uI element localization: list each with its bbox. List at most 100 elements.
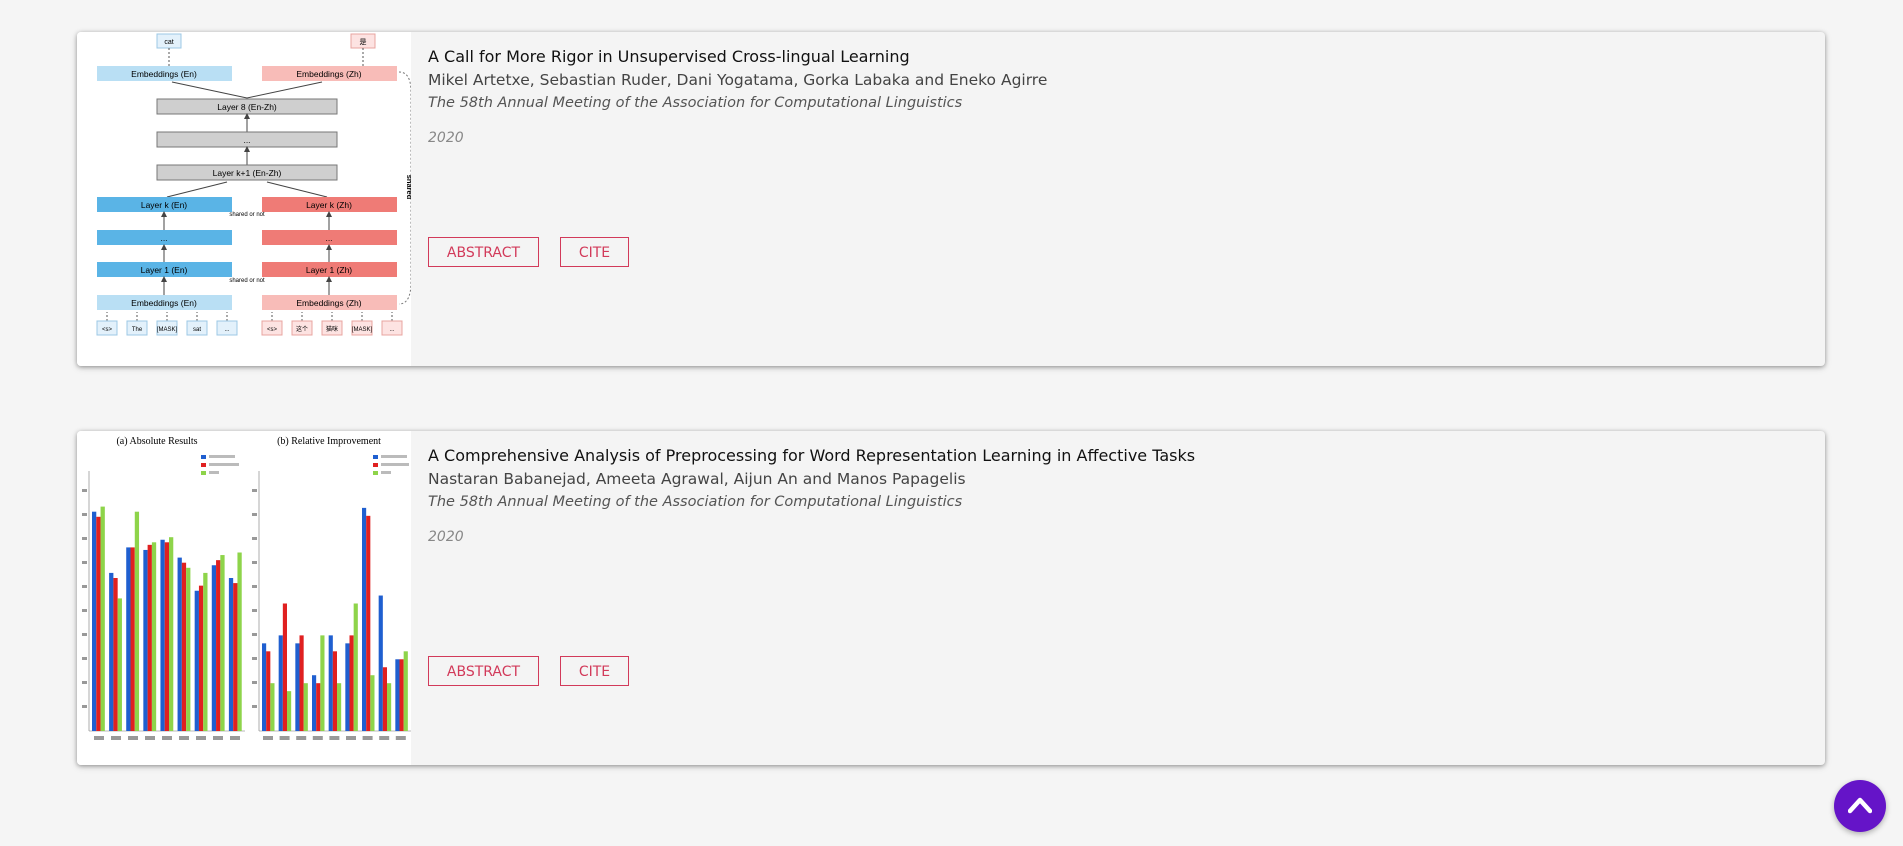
panel-a-bar [164,542,169,731]
axis-tick [82,537,87,540]
axis-tick [362,736,373,740]
panel-b-bar [366,515,371,731]
publication-info: A Call for More Rigor in Unsupervised Cr… [428,32,1805,366]
emb-zh-bottom: Embeddings (Zh) [296,298,361,308]
panel-a-bar [143,549,148,731]
emb-en-top: Embeddings (En) [131,69,197,79]
axis-tick [252,585,257,588]
axis-tick [252,537,257,540]
input-token: ... [224,327,229,333]
input-token: [MASK] [157,327,178,333]
layer-ellipsis: ... [243,135,250,145]
input-token: <s> [102,327,113,333]
panel-a-bar [151,542,157,731]
axis-tick [252,681,257,684]
cite-button[interactable]: CITE [560,656,629,686]
publication-venue: The 58th Annual Meeting of the Associati… [428,494,963,510]
back-to-top-button[interactable] [1834,780,1886,832]
panel-a-bar [96,516,101,731]
axis-tick [82,489,87,492]
panel-a-title: (a) Absolute Results [116,436,197,447]
emb-en-bottom: Embeddings (En) [131,298,197,308]
panel-a-bar [194,590,199,731]
panel-a-bar [147,544,152,731]
axis-tick [128,736,138,740]
panel-b-bar [345,643,350,731]
axis-tick [179,736,189,740]
panel-b-bar [299,635,304,731]
axis-tick [252,489,257,492]
publication-authors: Nastaran Babanejad, Ameeta Agrawal, Aiju… [428,470,966,488]
input-token: 这个 [296,325,308,333]
abstract-button[interactable]: ABSTRACT [428,237,539,267]
shared-or-not-label: shared or not [229,212,265,218]
panel-b-bar [278,635,283,731]
axis-tick [263,736,273,740]
axis-tick [279,736,290,740]
shared-or-not-label-2: shared or not [229,278,265,284]
axis-tick [312,736,323,740]
publication-thumbnail[interactable]: (a) Absolute Results (b) Relative Improv… [77,431,411,765]
publication-title[interactable]: A Comprehensive Analysis of Preprocessin… [428,446,1195,465]
bar-chart-figure: (a) Absolute Results (b) Relative Improv… [82,436,411,740]
panel-a-bar [220,555,225,731]
panel-b-bar [370,675,375,731]
layer-1-zh: Layer 1 (Zh) [306,265,352,275]
panel-b-bar [399,659,404,731]
panel-b-bar [378,595,383,731]
panel-a-bar [160,539,165,731]
panel-a-bar [117,598,122,731]
axis-tick [196,736,206,740]
output-token-zh: 是 [360,38,367,46]
panel-b-bar [382,667,387,731]
panel-a-bar [216,560,221,731]
panel-a-bar [126,547,131,731]
panel-a-bar [92,511,97,731]
publication-year: 2020 [428,130,464,146]
publication-year: 2020 [428,529,464,545]
panel-a-bar [228,578,234,731]
panel-b-bar [353,603,358,731]
panel-b-bar [349,635,354,731]
panel-b-bar [287,691,292,731]
input-token: [MASK] [352,327,373,333]
panel-b-bar [262,643,267,731]
axis-tick [82,681,87,684]
ellipsis-zh: ... [325,233,332,243]
axis-tick [230,736,240,740]
panel-a-bar [177,557,182,731]
axis-tick [296,736,307,740]
layer-mid: Layer k+1 (En-Zh) [213,168,282,178]
panel-a-bar [109,572,114,731]
panel-a-bar [181,562,187,731]
axis-tick [379,736,390,740]
ellipsis-en: ... [160,233,167,243]
panel-a-bar [113,578,118,731]
publication-title[interactable]: A Call for More Rigor in Unsupervised Cr… [428,47,910,66]
input-token: <s> [267,327,278,333]
cite-button[interactable]: CITE [560,237,629,267]
input-token: ... [389,327,394,333]
panel-a-bar [130,547,135,731]
axis-tick [329,736,340,740]
abstract-button[interactable]: ABSTRACT [428,656,539,686]
axis-tick [252,561,257,564]
axis-tick [252,633,257,636]
axis-tick [346,736,356,740]
layer-top: Layer 8 (En-Zh) [217,102,277,112]
panel-b-bar [362,507,367,731]
layer-1-en: Layer 1 (En) [141,265,188,275]
layer-k-zh: Layer k (Zh) [306,200,352,210]
panel-b-bar [320,635,325,731]
panel-a-bar [233,583,238,731]
publication-thumbnail[interactable]: cat 是 Embeddings (En) Embeddings (Zh) La… [77,32,411,366]
publication-venue: The 58th Annual Meeting of the Associati… [428,95,963,111]
panel-b-bar [295,643,300,731]
axis-tick [213,736,223,740]
panel-b-bar [303,683,308,731]
input-token: The [132,327,143,333]
publication-authors: Mikel Artetxe, Sebastian Ruder, Dani Yog… [428,71,1048,89]
axis-tick [94,736,104,740]
panel-a-bar [203,572,208,731]
publication-card: cat 是 Embeddings (En) Embeddings (Zh) La… [77,32,1825,366]
